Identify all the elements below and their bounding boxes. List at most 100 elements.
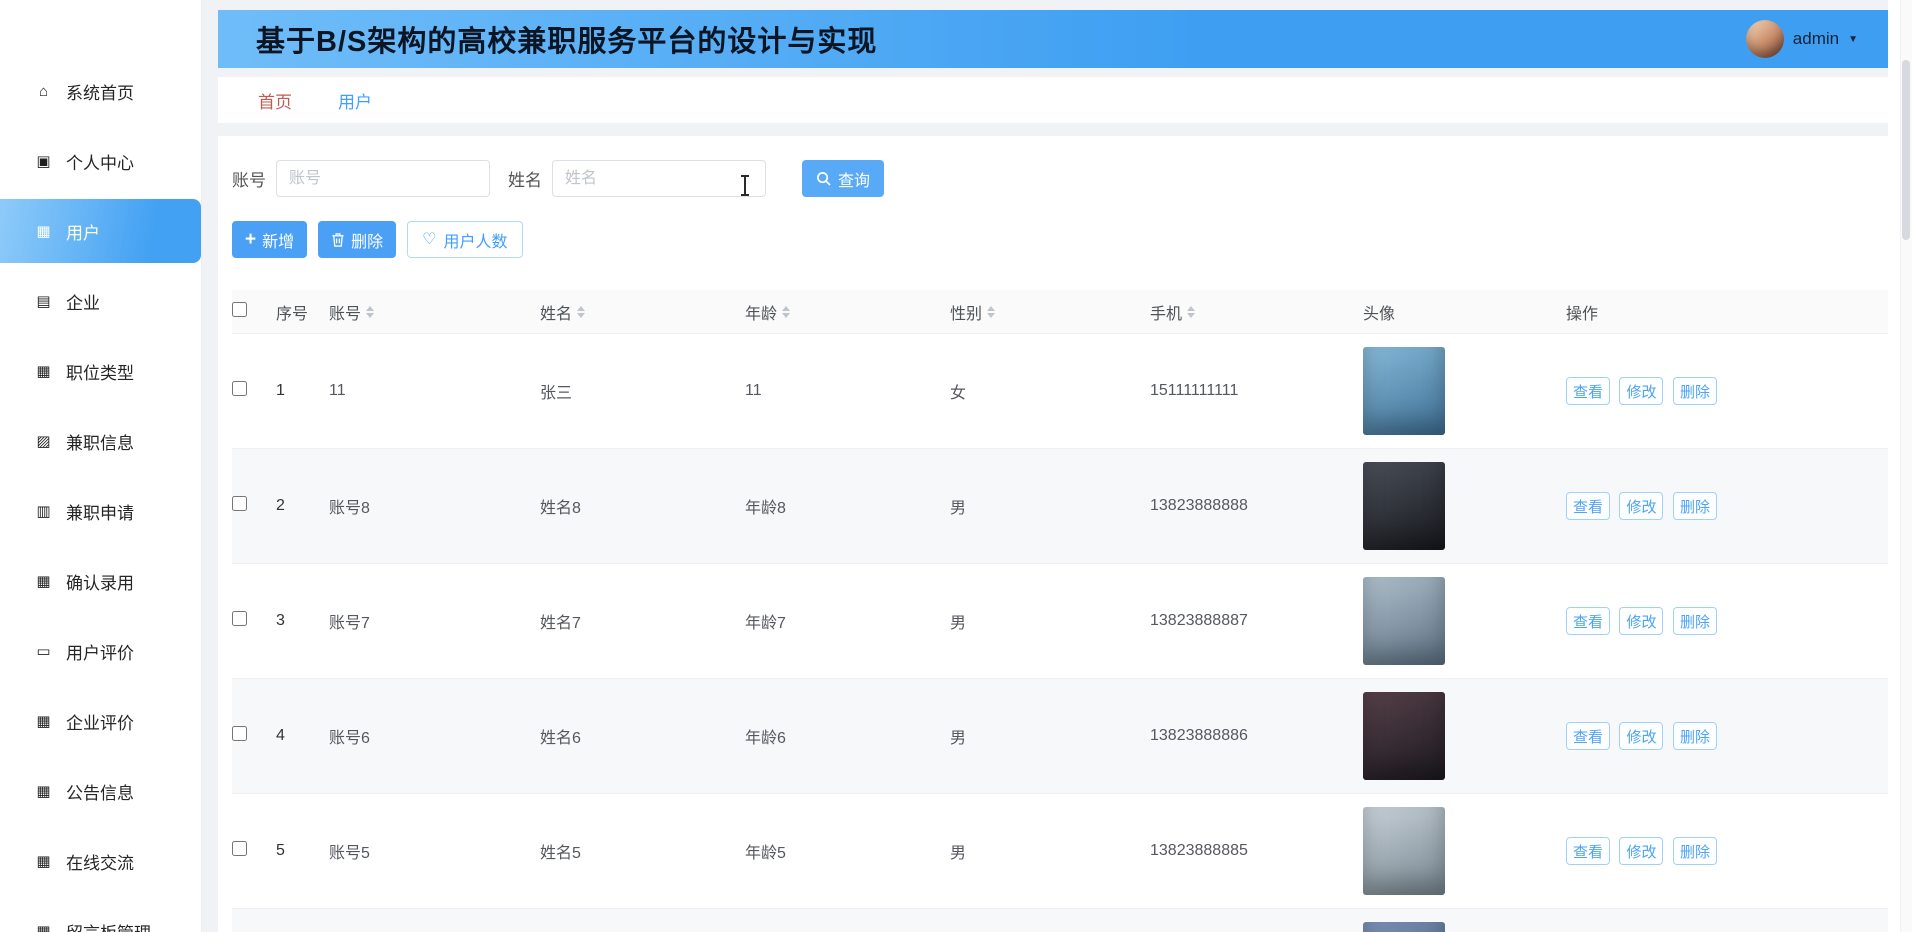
sidebar-item-home[interactable]: ⌂ 系统首页 bbox=[0, 56, 201, 126]
edit-button[interactable]: 修改 bbox=[1619, 837, 1663, 865]
select-all-checkbox[interactable] bbox=[232, 302, 247, 317]
column-header-avatar[interactable]: 头像 bbox=[1363, 300, 1566, 324]
search-icon bbox=[816, 171, 831, 186]
grid-icon: ▦ bbox=[34, 572, 53, 590]
main-area: 基于B/S架构的高校兼职服务平台的设计与实现 admin ▼ 首页 用户 账号 … bbox=[202, 0, 1888, 932]
view-button[interactable]: 查看 bbox=[1566, 492, 1610, 520]
sidebar-item-hire-confirm[interactable]: ▦ 确认录用 bbox=[0, 546, 201, 616]
column-header-age[interactable]: 年龄 bbox=[745, 300, 950, 324]
view-button[interactable]: 查看 bbox=[1566, 607, 1610, 635]
user-count-button[interactable]: ♡ 用户人数 bbox=[407, 221, 522, 258]
delete-button-label: 删除 bbox=[351, 228, 383, 252]
sidebar-item-user-review[interactable]: ▭ 用户评价 bbox=[0, 616, 201, 686]
sort-caret-icon[interactable] bbox=[1187, 306, 1195, 318]
cell-name: 姓名6 bbox=[540, 724, 745, 748]
trash-icon bbox=[331, 232, 345, 247]
row-checkbox[interactable] bbox=[232, 381, 247, 396]
cell-name: 姓名7 bbox=[540, 609, 745, 633]
view-button[interactable]: 查看 bbox=[1566, 377, 1610, 405]
tab-user[interactable]: 用户 bbox=[338, 88, 372, 113]
sidebar-item-job-apply[interactable]: ▥ 兼职申请 bbox=[0, 476, 201, 546]
table-row: 5 账号5 姓名5 年龄5 男 13823888885 查看 修改 删除 bbox=[232, 794, 1888, 909]
document-icon: ▥ bbox=[34, 502, 53, 520]
row-checkbox[interactable] bbox=[232, 496, 247, 511]
view-button[interactable]: 查看 bbox=[1566, 722, 1610, 750]
row-delete-button[interactable]: 删除 bbox=[1673, 607, 1717, 635]
account-input[interactable] bbox=[276, 160, 490, 197]
cell-phone: 13823888888 bbox=[1150, 497, 1363, 515]
username-label: admin bbox=[1793, 29, 1839, 49]
sort-caret-icon[interactable] bbox=[782, 306, 790, 318]
sort-caret-icon[interactable] bbox=[577, 306, 585, 318]
text-cursor bbox=[744, 176, 746, 195]
add-button[interactable]: + 新增 bbox=[232, 221, 307, 258]
edit-button[interactable]: 修改 bbox=[1619, 722, 1663, 750]
cell-account: 账号5 bbox=[329, 839, 540, 863]
edit-button[interactable]: 修改 bbox=[1619, 607, 1663, 635]
sidebar-item-job-type[interactable]: ▦ 职位类型 bbox=[0, 336, 201, 406]
sidebar-item-company[interactable]: ▤ 企业 bbox=[0, 266, 201, 336]
table-row: 4 账号6 姓名6 年龄6 男 13823888886 查看 修改 删除 bbox=[232, 679, 1888, 794]
row-checkbox[interactable] bbox=[232, 841, 247, 856]
sidebar-nav: ⌂ 系统首页 ▣ 个人中心 ▦ 用户 ▤ 企业 ▦ 职位类型 ▨ 兼职信息 ▥ … bbox=[0, 56, 201, 932]
row-checkbox[interactable] bbox=[232, 726, 247, 741]
column-header-phone[interactable]: 手机 bbox=[1150, 300, 1363, 324]
query-button[interactable]: 查询 bbox=[802, 160, 884, 197]
cell-no: 3 bbox=[276, 612, 329, 630]
row-avatar-image bbox=[1363, 807, 1445, 895]
sidebar-item-online-chat[interactable]: ▦ 在线交流 bbox=[0, 826, 201, 896]
name-label: 姓名 bbox=[508, 166, 542, 191]
sidebar-item-profile[interactable]: ▣ 个人中心 bbox=[0, 126, 201, 196]
column-header-no[interactable]: 序号 bbox=[276, 300, 329, 324]
table-header-row: 序号 账号 姓名 年龄 性别 手机 头像 操作 bbox=[232, 290, 1888, 334]
view-button[interactable]: 查看 bbox=[1566, 837, 1610, 865]
table-row: 2 账号8 姓名8 年龄8 男 13823888888 查看 修改 删除 bbox=[232, 449, 1888, 564]
sidebar-item-announcement[interactable]: ▦ 公告信息 bbox=[0, 756, 201, 826]
grid-icon: ▦ bbox=[34, 852, 53, 870]
grid-icon: ▦ bbox=[34, 782, 53, 800]
page-title: 基于B/S架构的高校兼职服务平台的设计与实现 bbox=[256, 18, 877, 60]
row-delete-button[interactable]: 删除 bbox=[1673, 722, 1717, 750]
column-header-gender[interactable]: 性别 bbox=[950, 300, 1150, 324]
sidebar-item-company-review[interactable]: ▦ 企业评价 bbox=[0, 686, 201, 756]
cell-account: 账号7 bbox=[329, 609, 540, 633]
add-button-label: 新增 bbox=[262, 228, 294, 252]
company-icon: ▤ bbox=[34, 292, 53, 310]
row-delete-button[interactable]: 删除 bbox=[1673, 837, 1717, 865]
sidebar-item-label: 职位类型 bbox=[66, 359, 134, 384]
scrollbar-track[interactable] bbox=[1900, 0, 1912, 932]
user-count-button-label: 用户人数 bbox=[443, 228, 507, 252]
column-header-actions[interactable]: 操作 bbox=[1566, 300, 1888, 324]
sidebar-item-user[interactable]: ▦ 用户 bbox=[0, 199, 201, 263]
cell-phone: 13823888885 bbox=[1150, 842, 1363, 860]
edit-button[interactable]: 修改 bbox=[1619, 492, 1663, 520]
column-header-name[interactable]: 姓名 bbox=[540, 300, 745, 324]
account-label: 账号 bbox=[232, 166, 266, 191]
tab-home[interactable]: 首页 bbox=[258, 88, 292, 113]
sidebar-item-label: 企业评价 bbox=[66, 709, 134, 734]
row-checkbox[interactable] bbox=[232, 611, 247, 626]
query-button-label: 查询 bbox=[838, 167, 870, 191]
cell-gender: 男 bbox=[950, 494, 1150, 518]
delete-button[interactable]: 删除 bbox=[318, 221, 396, 258]
user-menu[interactable]: admin ▼ bbox=[1746, 20, 1858, 58]
row-delete-button[interactable]: 删除 bbox=[1673, 492, 1717, 520]
sort-caret-icon[interactable] bbox=[366, 306, 374, 318]
sidebar-item-label: 在线交流 bbox=[66, 849, 134, 874]
cell-age: 年龄8 bbox=[745, 494, 950, 518]
edit-button[interactable]: 修改 bbox=[1619, 377, 1663, 405]
sort-caret-icon[interactable] bbox=[987, 306, 995, 318]
column-header-account[interactable]: 账号 bbox=[329, 300, 540, 324]
name-input[interactable] bbox=[552, 160, 766, 197]
row-delete-button[interactable]: 删除 bbox=[1673, 377, 1717, 405]
sidebar-item-job-info[interactable]: ▨ 兼职信息 bbox=[0, 406, 201, 476]
cell-phone: 15111111111 bbox=[1150, 382, 1363, 400]
scrollbar-thumb[interactable] bbox=[1902, 60, 1910, 240]
table-row: 1 11 张三 11 女 15111111111 查看 修改 删除 bbox=[232, 334, 1888, 449]
cell-no: 2 bbox=[276, 497, 329, 515]
cell-gender: 男 bbox=[950, 839, 1150, 863]
sidebar-item-message-board[interactable]: ▦ 留言板管理 bbox=[0, 896, 201, 932]
cell-age: 年龄6 bbox=[745, 724, 950, 748]
sidebar-item-label: 留言板管理 bbox=[66, 919, 151, 932]
cell-no: 5 bbox=[276, 842, 329, 860]
